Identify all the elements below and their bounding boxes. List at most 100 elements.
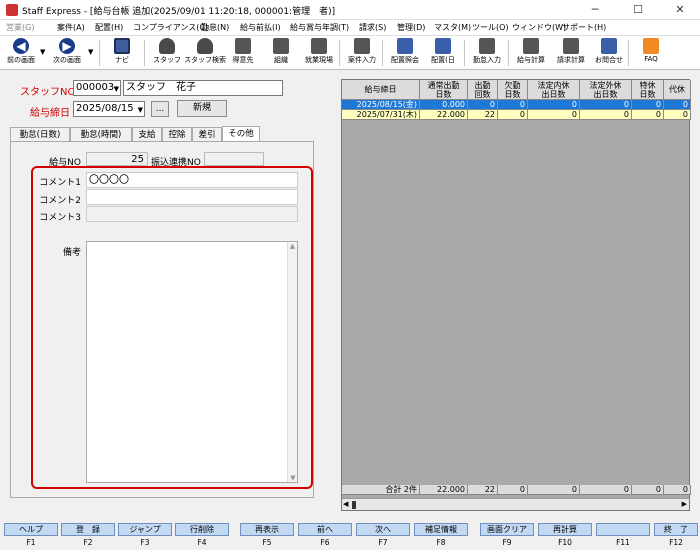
toolbar-client-button[interactable]: 得意先	[222, 37, 264, 69]
minimize-button[interactable]: ─	[575, 0, 615, 20]
f11-button[interactable]	[596, 523, 650, 536]
table-cell[interactable]: 2025/07/31(木)	[342, 110, 420, 120]
jump-button[interactable]: ジャンプ	[118, 523, 172, 536]
payday-value: 2025/08/15	[76, 103, 134, 114]
menu-item-billing[interactable]: 請求(S)	[359, 22, 386, 33]
toolbar-navi-button[interactable]: ナビ	[101, 37, 143, 69]
payroll-calc-icon	[523, 38, 539, 54]
footer-cell: 0	[664, 485, 691, 495]
column-header[interactable]: 代休	[664, 80, 691, 100]
grid-horizontal-scrollbar[interactable]: ◀ ▶	[342, 498, 689, 510]
menu-item-support[interactable]: サポート(H)	[562, 22, 606, 33]
menu-item-sales[interactable]: 営業(G)	[6, 22, 34, 33]
tab-attendance-hours[interactable]: 勤怠(時間)	[70, 127, 132, 141]
staff-no-select[interactable]: 000003 ▼	[73, 80, 121, 96]
column-header[interactable]: 特休 日数	[632, 80, 664, 100]
toolbar-case-entry-button[interactable]: 案件入力	[341, 37, 383, 69]
table-cell[interactable]: 0	[498, 100, 528, 110]
tab-other[interactable]: その他	[222, 126, 260, 141]
menu-item-tools[interactable]: ツール(O)	[472, 22, 509, 33]
column-header[interactable]: 法定外休 出日数	[580, 80, 632, 100]
column-header[interactable]: 欠勤 日数	[498, 80, 528, 100]
menu-item-prepay[interactable]: 給与前払(I)	[240, 22, 281, 33]
clear-screen-button[interactable]: 画面クリア	[480, 523, 534, 536]
menu-item-window[interactable]: ウィンドウ(W)	[512, 22, 566, 33]
toolbar-staff-search-button[interactable]: スタッフ検索	[184, 37, 226, 69]
fkey-label: F5	[262, 538, 272, 547]
assignment-daily-icon	[435, 38, 451, 54]
table-cell[interactable]: 0	[498, 110, 528, 120]
delete-row-button[interactable]: 行削除	[175, 523, 229, 536]
table-cell[interactable]: 0	[632, 110, 664, 120]
tab-payment[interactable]: 支給	[132, 127, 162, 141]
table-cell[interactable]: 0	[664, 100, 691, 110]
table-cell[interactable]: 0.000	[420, 100, 468, 110]
table-cell[interactable]: 0	[468, 100, 498, 110]
next-button[interactable]: 次へ	[356, 523, 410, 536]
register-button[interactable]: 登 録	[61, 523, 115, 536]
payday-label: 給与締日	[30, 108, 70, 119]
table-cell[interactable]: 22.000	[420, 110, 468, 120]
redisplay-button[interactable]: 再表示	[240, 523, 294, 536]
new-button[interactable]: 新規	[177, 100, 227, 117]
payday-picker-button[interactable]: ...	[151, 101, 169, 117]
menu-item-compliance[interactable]: コンプライアンス(C)	[133, 22, 208, 33]
payday-select[interactable]: 2025/08/15 ▼	[73, 101, 145, 117]
supplementary-info-button[interactable]: 補足情報	[414, 523, 468, 536]
help-button[interactable]: ヘルプ	[4, 523, 58, 536]
fkey-label: F8	[436, 538, 446, 547]
assignment-inquiry-icon	[397, 38, 413, 54]
chevron-down-icon: ▼	[113, 85, 119, 93]
previous-button[interactable]: 前へ	[298, 523, 352, 536]
menu-item-payroll[interactable]: 給与賞与年調(T)	[290, 22, 349, 33]
table-cell[interactable]: 0	[664, 110, 691, 120]
toolbar-attendance-entry-button[interactable]: 勤怠入力	[466, 37, 508, 69]
table-cell[interactable]: 0	[632, 100, 664, 110]
close-button[interactable]: ✕	[660, 0, 700, 20]
table-cell[interactable]: 0	[580, 110, 632, 120]
billing-calc-icon	[563, 38, 579, 54]
exit-button[interactable]: 終 了	[654, 523, 698, 536]
scroll-left-icon[interactable]: ◀	[343, 500, 348, 508]
tab-difference[interactable]: 差引	[192, 127, 222, 141]
column-header[interactable]: 給与締日	[342, 80, 420, 100]
scroll-thumb[interactable]	[352, 501, 356, 509]
menu-item-case[interactable]: 案件(A)	[57, 22, 85, 33]
tab-attendance-days[interactable]: 勤怠(日数)	[10, 127, 70, 141]
toolbar-back-button[interactable]: ◀ 前の画面	[0, 37, 42, 69]
case-entry-icon	[354, 38, 370, 54]
toolbar-forward-button[interactable]: ▶ 次の画面	[46, 37, 88, 69]
column-header[interactable]: 法定内休 出日数	[528, 80, 580, 100]
menu-item-admin[interactable]: 管理(D)	[397, 22, 425, 33]
toolbar-inquiry-button[interactable]: お問合せ	[588, 37, 630, 69]
forward-dropdown-icon[interactable]: ▼	[88, 48, 93, 56]
table-cell[interactable]: 0	[580, 100, 632, 110]
toolbar-worksite-button[interactable]: 就業現場	[298, 37, 340, 69]
scroll-right-icon[interactable]: ▶	[682, 500, 687, 508]
table-cell[interactable]: 0	[528, 110, 580, 120]
table-cell[interactable]: 22	[468, 110, 498, 120]
toolbar-faq-button[interactable]: FAQ	[630, 37, 672, 69]
toolbar-assignment-inquiry-button[interactable]: 配置照会	[384, 37, 426, 69]
toolbar-payroll-calc-button[interactable]: 給与計算	[510, 37, 552, 69]
footer-cell: 合計 2件	[342, 485, 420, 495]
back-dropdown-icon[interactable]: ▼	[40, 48, 45, 56]
recalculate-button[interactable]: 再計算	[538, 523, 592, 536]
toolbar-organization-button[interactable]: 組織	[260, 37, 302, 69]
menu-item-assignment[interactable]: 配置(H)	[95, 22, 123, 33]
toolbar-assignment-daily-button[interactable]: 配置(日	[422, 37, 464, 69]
table-cell[interactable]: 2025/08/15(金)	[342, 100, 420, 110]
payroll-grid[interactable]: 給与締日 通常出勤 日数 出勤 回数 欠勤 日数 法定内休 出日数 法定外休 出…	[341, 79, 691, 511]
maximize-button[interactable]: ☐	[618, 0, 658, 20]
toolbar-staff-button[interactable]: スタッフ	[146, 37, 188, 69]
menu-item-attendance[interactable]: 勤怠(N)	[201, 22, 229, 33]
tab-deduction[interactable]: 控除	[162, 127, 192, 141]
footer-cell: 0	[528, 485, 580, 495]
table-cell[interactable]: 0	[528, 100, 580, 110]
toolbar-billing-calc-button[interactable]: 請求計算	[550, 37, 592, 69]
column-header[interactable]: 出勤 回数	[468, 80, 498, 100]
column-header[interactable]: 通常出勤 日数	[420, 80, 468, 100]
menu-item-master[interactable]: マスタ(M)	[434, 22, 471, 33]
footer-cell: 0	[580, 485, 632, 495]
tab-strip: 勤怠(日数) 勤怠(時間) 支給 控除 差引 その他	[10, 126, 315, 142]
